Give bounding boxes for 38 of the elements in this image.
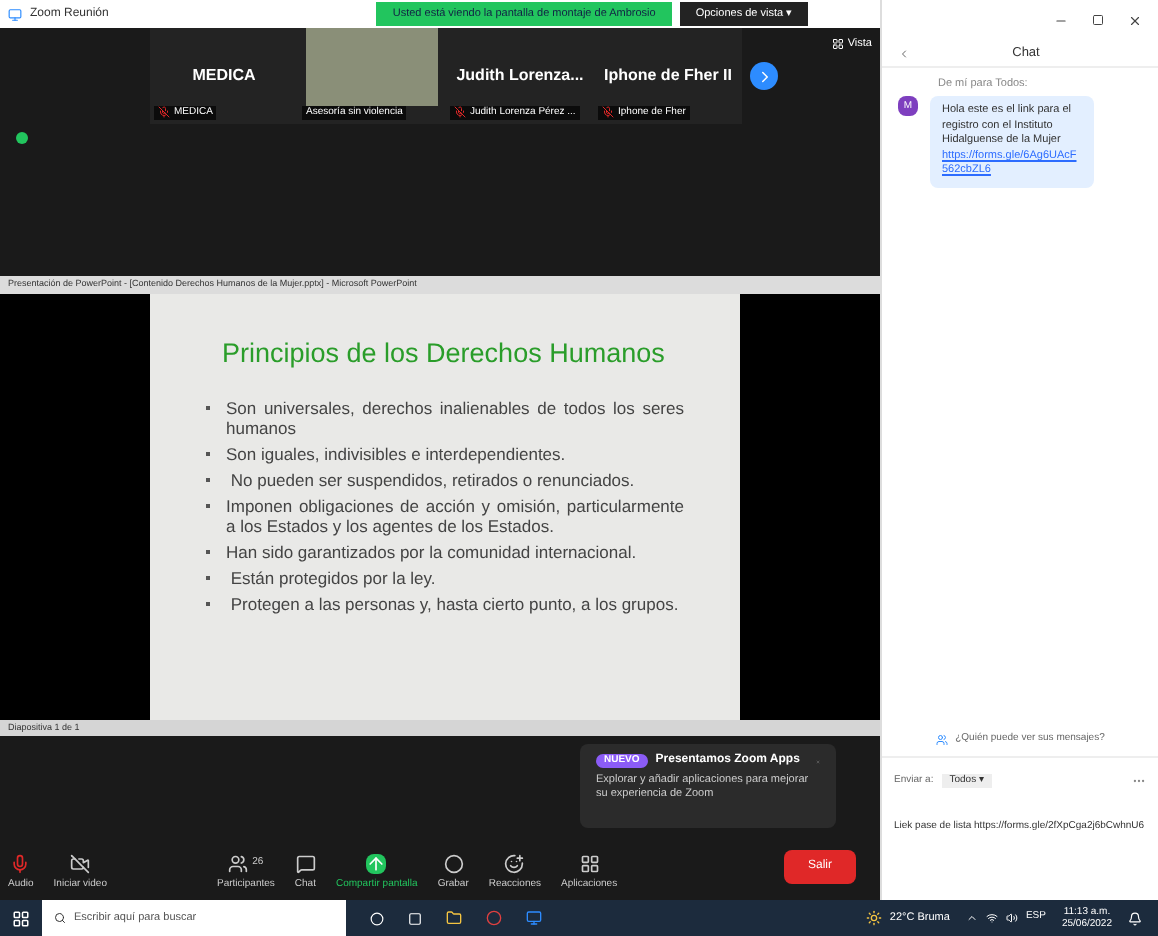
notifications-icon[interactable] xyxy=(1128,911,1142,925)
volume-icon[interactable] xyxy=(1005,912,1018,924)
weather-icon xyxy=(865,910,882,926)
slide-bullet: Han sido garantizados por la comunidad internacional. xyxy=(226,542,637,563)
start-icon[interactable] xyxy=(12,909,30,927)
maximize-icon[interactable] xyxy=(1092,14,1104,26)
close-icon[interactable] xyxy=(1128,13,1142,27)
slide-bullet: Son iguales, indivisibles e interdependientes. xyxy=(226,444,566,465)
grid-icon xyxy=(579,853,600,873)
next-page-button[interactable] xyxy=(750,62,778,90)
smiley-icon xyxy=(504,853,525,873)
slide-bullet: Son universales, derechos inalienables de todos los seres humanos xyxy=(226,398,684,439)
slide-bullet: Imponen obligaciones de acción y omisión, particularmente a los Estados y los agentes de los Estados. xyxy=(226,496,684,537)
grid-icon xyxy=(831,38,844,51)
browser-icon[interactable] xyxy=(486,910,502,926)
slide-bullet: No pueden ser suspendidos, retirados o renunciados. xyxy=(228,470,635,491)
participant-name: MEDICA xyxy=(192,64,256,88)
people-icon xyxy=(228,853,249,873)
photo-placeholder xyxy=(306,28,438,106)
wifi-icon[interactable] xyxy=(985,912,998,924)
people-icon xyxy=(935,733,948,746)
app-icon xyxy=(8,7,22,21)
up-arrow-icon xyxy=(366,853,387,873)
participant-name: Iphone de Fher II xyxy=(603,64,732,88)
tray-icon[interactable] xyxy=(965,912,978,924)
circle-icon xyxy=(443,853,464,873)
speech-bubble-icon xyxy=(295,853,316,873)
slide-bullet: Están protegidos por la ley. xyxy=(228,568,436,589)
folder-icon[interactable] xyxy=(446,910,462,926)
microphone-icon xyxy=(10,853,31,873)
slide-bullet: Protegen a las personas y, hasta cierto punto, a los grupos. xyxy=(228,594,679,615)
search-icon xyxy=(54,912,66,924)
video-app-icon[interactable] xyxy=(526,910,542,926)
slide-title: Principios de los Derechos Humanos xyxy=(222,336,667,372)
cortana-icon[interactable] xyxy=(370,911,384,925)
task-view-icon[interactable] xyxy=(408,911,422,925)
video-off-icon xyxy=(70,853,91,873)
participant-name: Judith Lorenza... xyxy=(456,64,584,88)
